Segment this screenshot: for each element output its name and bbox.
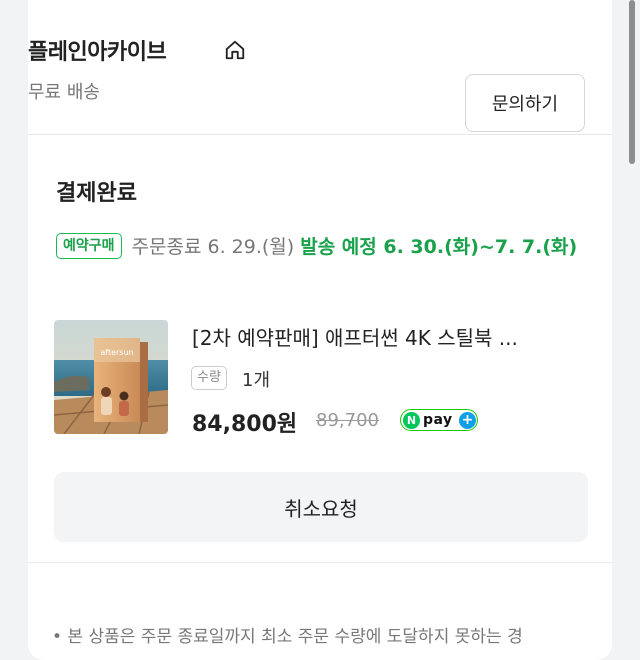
order-status-title: 결제완료 <box>56 181 137 206</box>
scrollbar[interactable] <box>629 0 635 164</box>
product-thumbnail[interactable]: aftersun <box>54 320 168 434</box>
original-price: 89,700 <box>316 410 379 431</box>
plus-icon: + <box>459 411 476 429</box>
order-schedule: 예약구매 주문종료 6. 29.(월) 발송 예정 6. 30.(화)~7. 7.… <box>56 230 586 264</box>
divider <box>28 562 612 563</box>
divider <box>28 134 612 135</box>
inquiry-button[interactable]: 문의하기 <box>465 74 585 132</box>
order-end-date: 주문종료 6. 29.(월) <box>131 236 295 258</box>
notice-text: • 본 상품은 주문 종료일까지 최소 주문 수량에 도달하지 못하는 경 <box>52 627 523 647</box>
store-header: 플레인아카이브 무료 배송 문의하기 <box>28 34 585 132</box>
thumbnail-title: aftersun <box>100 348 133 357</box>
quantity-label: 수량 <box>191 366 227 390</box>
shipping-schedule: 발송 예정 6. 30.(화)~7. 7.(화) <box>300 236 578 258</box>
npay-plus-badge: N pay + <box>400 409 478 431</box>
store-name[interactable]: 플레인아카이브 <box>28 34 167 66</box>
quantity-value: 1개 <box>242 370 271 391</box>
preorder-badge: 예약구매 <box>56 233 122 259</box>
product-title[interactable]: [2차 예약판매] 애프터썬 4K 스틸북 ... <box>192 322 518 351</box>
npay-label: pay <box>423 412 453 428</box>
cancel-request-button[interactable]: 취소요청 <box>54 472 588 542</box>
home-icon[interactable] <box>224 39 246 61</box>
shipping-info: 무료 배송 <box>28 82 100 103</box>
npay-n-icon: N <box>403 411 420 429</box>
sale-price: 84,800원 <box>192 412 298 437</box>
